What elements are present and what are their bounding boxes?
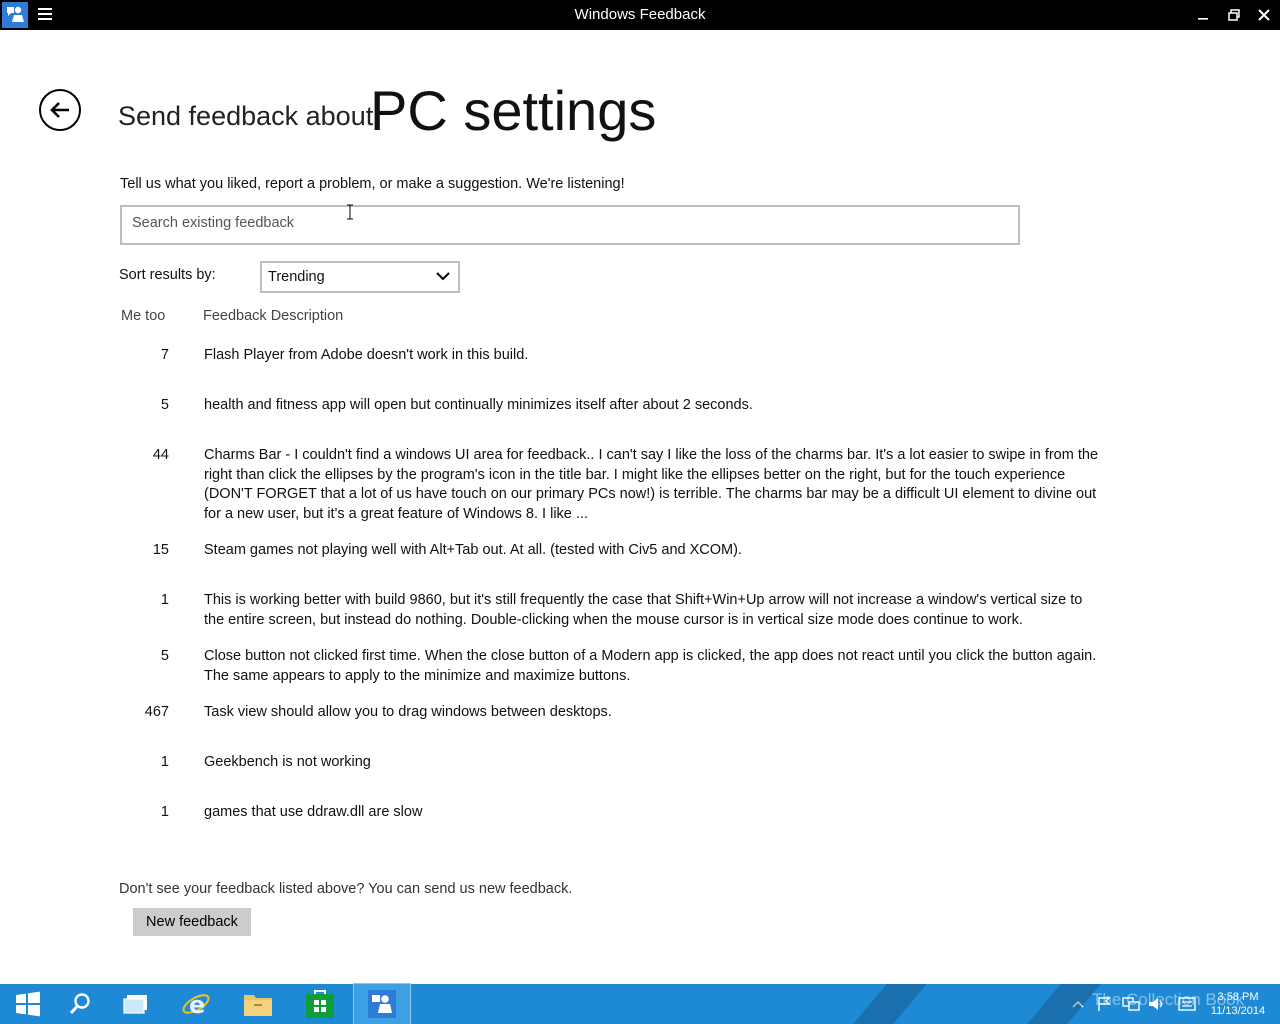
minimize-button[interactable]	[1187, 0, 1219, 30]
me-too-count: 1	[160, 592, 169, 608]
feedback-icon	[368, 990, 396, 1018]
restore-button[interactable]	[1218, 0, 1250, 30]
start-button[interactable]	[0, 984, 56, 1024]
close-icon	[1258, 9, 1270, 21]
store-button[interactable]	[292, 984, 348, 1024]
me-too-count: 15	[152, 542, 169, 558]
feedback-description: Steam games not playing well with Alt+Ta…	[204, 542, 742, 558]
window-title: Windows Feedback	[574, 6, 706, 23]
me-too-count: 1	[160, 804, 169, 820]
feedback-description: Close button not clicked first time. Whe…	[204, 648, 1097, 684]
folder-icon	[244, 995, 272, 1016]
sort-dropdown[interactable]: Trending	[260, 261, 460, 293]
feedback-description: Flash Player from Adobe doesn't work in …	[204, 347, 529, 363]
windows-feedback-taskbar-button[interactable]	[353, 983, 411, 1024]
windows-logo-icon	[16, 991, 40, 1017]
search-box[interactable]	[120, 205, 1020, 245]
sort-label: Sort results by:	[119, 267, 216, 283]
column-header-description: Feedback Description	[203, 308, 344, 324]
back-arrow-icon	[50, 102, 69, 118]
chevron-down-icon	[436, 272, 450, 281]
search-taskbar-button[interactable]	[52, 984, 108, 1024]
me-too-count: 5	[160, 397, 169, 413]
feedback-description: Geekbench is not working	[204, 754, 371, 770]
search-icon	[69, 993, 90, 1015]
column-header-me-too: Me too	[121, 308, 166, 324]
search-input[interactable]	[122, 207, 992, 239]
send-feedback-label: Send feedback about	[118, 101, 374, 131]
feedback-description: Charms Bar - I couldn't find a windows U…	[204, 447, 1099, 522]
text-cursor-icon	[346, 204, 354, 220]
task-view-icon	[123, 995, 147, 1014]
feedback-description: games that use ddraw.dll are slow	[204, 804, 423, 820]
sort-selected-value: Trending	[268, 269, 325, 285]
page-title: PC settings	[370, 79, 657, 142]
me-too-count: 7	[160, 347, 169, 363]
back-button[interactable]	[39, 89, 81, 131]
me-too-count: 5	[160, 648, 169, 664]
me-too-count: 467	[144, 704, 169, 720]
watermark-text: The Collection Book	[1092, 990, 1245, 1009]
task-view-button[interactable]	[108, 984, 164, 1024]
title-bar: Windows Feedback	[0, 0, 1280, 30]
minimize-icon	[1198, 18, 1208, 20]
me-too-count: 44	[152, 447, 169, 463]
restore-icon	[1228, 9, 1240, 21]
store-icon	[306, 990, 334, 1018]
internet-explorer-button[interactable]: e	[168, 984, 224, 1024]
intro-text: Tell us what you liked, report a problem…	[120, 176, 625, 192]
new-feedback-prompt: Don't see your feedback listed above? Yo…	[119, 881, 573, 897]
new-feedback-button[interactable]: New feedback	[133, 908, 251, 936]
internet-explorer-icon: e	[182, 991, 210, 1019]
svg-text:e: e	[189, 991, 205, 1019]
feedback-description: health and fitness app will open but con…	[204, 397, 753, 413]
feedback-description: This is working better with build 9860, …	[204, 592, 1083, 628]
me-too-count: 1	[160, 754, 169, 770]
file-explorer-button[interactable]	[230, 984, 286, 1024]
feedback-description: Task view should allow you to drag windo…	[204, 704, 612, 720]
close-button[interactable]	[1248, 0, 1280, 30]
